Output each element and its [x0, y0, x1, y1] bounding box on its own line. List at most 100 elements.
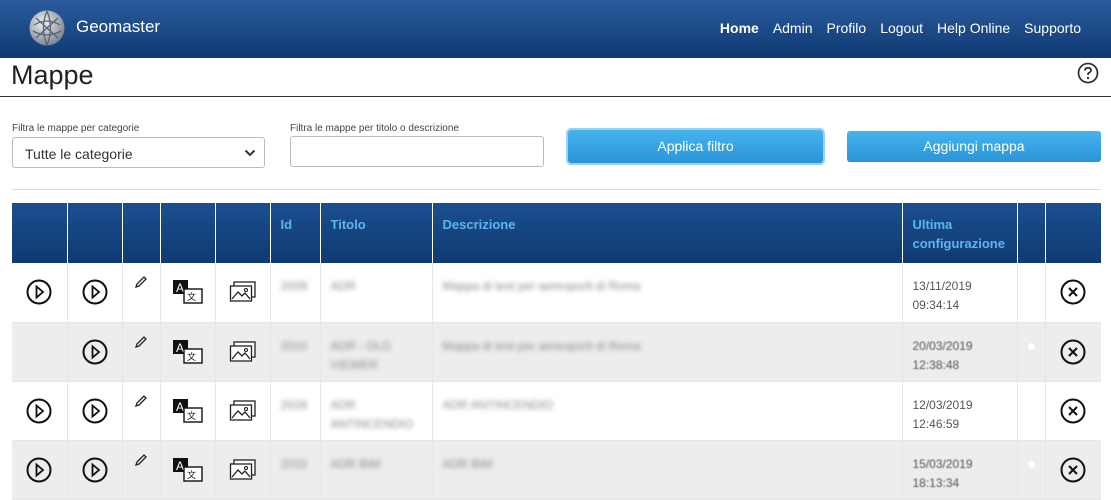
pencil-icon — [134, 335, 147, 348]
table-row: A 文 2009 ADR Mappa di test per aereoporti di… — [12, 263, 1101, 323]
svg-text:A: A — [176, 400, 184, 414]
cell-last-config: 15/03/2019 18:13:34 — [902, 440, 1018, 500]
table-row: A 文 2032 ADR BIM ADR BIM 15/03/2019 18:13:34 — [12, 440, 1101, 500]
view-map-cell[interactable] — [12, 381, 68, 441]
images-map-cell[interactable] — [215, 440, 271, 500]
view-map-cell[interactable] — [12, 440, 68, 500]
cell-id: 2028 — [270, 381, 321, 441]
view-map-cell — [12, 322, 68, 382]
main-nav: Home Admin Profilo Logout Help Online Su… — [720, 20, 1081, 36]
header-last-config[interactable]: Ultima configurazione — [902, 203, 1018, 263]
status-dot — [1027, 342, 1035, 350]
header-id[interactable]: Id — [270, 203, 321, 263]
category-select[interactable]: Tutte le categorie — [12, 137, 265, 168]
image-icon — [229, 340, 256, 362]
globe-logo-icon[interactable] — [28, 9, 66, 47]
delete-map-cell[interactable] — [1045, 440, 1101, 500]
edit-map-cell[interactable] — [122, 322, 161, 382]
delete-map-cell[interactable] — [1045, 263, 1101, 323]
cell-description: Mappa di test per aereoporti di Roma — [432, 263, 903, 323]
svg-text:A: A — [176, 341, 184, 355]
edit-map-cell[interactable] — [122, 263, 161, 323]
open-map-cell[interactable] — [67, 263, 123, 323]
cell-status — [1017, 322, 1046, 382]
cell-last-config: 13/11/2019 09:34:14 — [902, 263, 1018, 323]
table-header-row: Id Titolo Descrizione Ultima configurazi… — [12, 203, 1101, 263]
edit-map-cell[interactable] — [122, 440, 161, 500]
maps-table: Id Titolo Descrizione Ultima configurazi… — [12, 203, 1101, 500]
table-row: A 文 2028 ADR ANTINCENDIO ADR ANTINCENDIO 12/0… — [12, 381, 1101, 441]
cell-status — [1017, 381, 1046, 441]
image-icon — [229, 399, 256, 421]
header-empty — [122, 203, 161, 263]
play-circle-icon — [82, 457, 107, 482]
help-circle-icon[interactable] — [1077, 62, 1099, 84]
cell-description: ADR ANTINCENDIO — [432, 381, 903, 441]
close-circle-icon — [1060, 339, 1086, 364]
nav-admin[interactable]: Admin — [773, 20, 813, 36]
open-map-cell[interactable] — [67, 381, 123, 441]
view-map-cell[interactable] — [12, 263, 68, 323]
images-map-cell[interactable] — [215, 322, 271, 382]
top-bar: Geomaster Home Admin Profilo Logout Help… — [0, 0, 1111, 58]
header-empty — [1045, 203, 1101, 263]
images-map-cell[interactable] — [215, 263, 271, 323]
pencil-icon — [134, 276, 147, 289]
cell-status — [1017, 440, 1046, 500]
category-select-value: Tutte le categorie — [25, 146, 133, 162]
image-icon — [229, 458, 256, 480]
svg-text:文: 文 — [187, 410, 196, 421]
nav-supporto[interactable]: Supporto — [1024, 20, 1081, 36]
translate-icon: A文 — [172, 457, 203, 482]
edit-map-cell[interactable] — [122, 381, 161, 441]
translate-map-cell[interactable]: A文 — [160, 322, 216, 382]
svg-text:A: A — [176, 459, 184, 473]
cell-id: 2009 — [270, 263, 321, 323]
table-row: A 文 2010 ADR - OLD VIEWER Mappa di test per … — [12, 322, 1101, 382]
nav-profilo[interactable]: Profilo — [827, 20, 867, 36]
pencil-icon — [134, 453, 147, 466]
play-circle-icon — [26, 457, 52, 482]
cell-last-config: 20/03/2019 12:38:48 — [902, 322, 1018, 382]
category-filter-label: Filtra le mappe per categorie — [12, 123, 140, 134]
chevron-down-icon — [244, 149, 256, 157]
header-empty — [12, 203, 68, 263]
cell-status — [1017, 263, 1046, 323]
filter-divider — [12, 189, 1101, 190]
translate-map-cell[interactable]: A文 — [160, 440, 216, 500]
status-dot — [1027, 460, 1035, 468]
close-circle-icon — [1060, 398, 1086, 423]
brand-name: Geomaster — [76, 17, 161, 36]
cell-id: 2032 — [270, 440, 321, 500]
apply-filter-button[interactable]: Applica filtro — [568, 130, 823, 163]
translate-map-cell[interactable]: A文 — [160, 381, 216, 441]
cell-title: ADR ANTINCENDIO — [320, 381, 433, 441]
cell-last-config: 12/03/2019 12:46:59 — [902, 381, 1018, 441]
nav-home[interactable]: Home — [720, 20, 759, 36]
nav-logout[interactable]: Logout — [880, 20, 923, 36]
text-filter-input[interactable] — [290, 136, 544, 167]
header-description[interactable]: Descrizione — [432, 203, 903, 263]
images-map-cell[interactable] — [215, 381, 271, 441]
delete-map-cell[interactable] — [1045, 322, 1101, 382]
translate-map-cell[interactable]: A文 — [160, 263, 216, 323]
header-empty — [160, 203, 216, 263]
svg-text:文: 文 — [187, 351, 196, 362]
header-empty — [1017, 203, 1046, 263]
play-circle-icon — [26, 398, 52, 423]
nav-help-online[interactable]: Help Online — [937, 20, 1010, 36]
close-circle-icon — [1060, 279, 1086, 305]
add-map-button[interactable]: Aggiungi mappa — [847, 131, 1101, 162]
cell-description: Mappa di test per aereoporti di Roma — [432, 322, 903, 382]
header-empty — [215, 203, 271, 263]
cell-title: ADR - OLD VIEWER — [320, 322, 433, 382]
open-map-cell[interactable] — [67, 322, 123, 382]
page-title: Mappe — [11, 60, 94, 90]
close-circle-icon — [1060, 457, 1086, 482]
open-map-cell[interactable] — [67, 440, 123, 500]
header-title[interactable]: Titolo — [320, 203, 433, 263]
translate-icon: A文 — [172, 339, 203, 364]
play-circle-icon — [26, 279, 52, 305]
delete-map-cell[interactable] — [1045, 381, 1101, 441]
svg-text:A: A — [176, 281, 184, 295]
